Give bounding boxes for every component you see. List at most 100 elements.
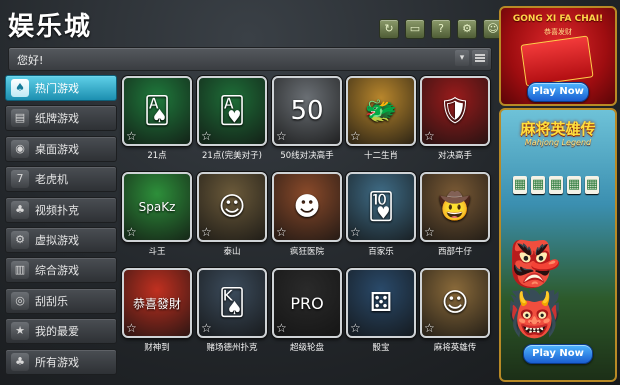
favorite-star-icon[interactable]: ☆ xyxy=(424,321,435,335)
game-thumbnail[interactable]: 50 ☆ xyxy=(272,76,342,146)
sidebar-item-label: 综合游戏 xyxy=(35,264,79,278)
game-label: 财神到 xyxy=(144,343,170,353)
game-label: 赌场德州扑克 xyxy=(206,343,258,353)
favorite-star-icon[interactable]: ☆ xyxy=(201,129,212,143)
game-label: 50线对决高手 xyxy=(280,151,334,161)
sidebar-item[interactable]: 7 老虎机 xyxy=(5,166,117,193)
sidebar-item-label: 刮刮乐 xyxy=(35,294,68,308)
sidebar-item[interactable]: ⚙ 虚拟游戏 xyxy=(5,226,117,253)
sidebar-item-label: 视频扑克 xyxy=(35,203,79,217)
favorite-star-icon[interactable]: ☆ xyxy=(126,129,137,143)
game-tile[interactable]: 🂡 ☆ 21点 xyxy=(122,76,192,161)
sidebar-item[interactable]: ◎ 刮刮乐 xyxy=(5,287,117,314)
game-tile[interactable]: ☻ ☆ 疯狂医院 xyxy=(272,172,342,257)
favorite-star-icon[interactable]: ☆ xyxy=(350,129,361,143)
favorite-star-icon[interactable]: ☆ xyxy=(126,321,137,335)
help-button[interactable]: ? xyxy=(431,19,451,39)
game-tile[interactable]: PRO ☆ 超级轮盘 xyxy=(272,268,342,353)
play-now-button[interactable]: Play Now xyxy=(523,344,593,364)
sidebar-item[interactable]: ◉ 桌面游戏 xyxy=(5,135,117,162)
favorite-star-icon[interactable]: ☆ xyxy=(201,225,212,239)
game-thumbnail[interactable]: 恭喜發財 ☆ xyxy=(122,268,192,338)
sidebar-item[interactable]: ▥ 综合游戏 xyxy=(5,257,117,284)
play-now-button[interactable]: Play Now xyxy=(527,82,589,102)
category-icon: ⚙ xyxy=(11,230,29,249)
game-thumbnail[interactable]: ☻ ☆ xyxy=(272,172,342,242)
toolbar: ↻ ▭? ⚙ ☺ xyxy=(379,19,503,39)
sidebar-item-label: 纸牌游戏 xyxy=(35,112,79,126)
game-thumbnail[interactable]: 🂮 ☆ xyxy=(197,268,267,338)
game-label: 百家乐 xyxy=(368,247,394,257)
category-icon: 7 xyxy=(11,170,29,189)
game-thumbnail[interactable]: 🂱 ☆ xyxy=(197,76,267,146)
game-thumbnail[interactable]: ☺ ☆ xyxy=(197,172,267,242)
favorite-star-icon[interactable]: ☆ xyxy=(276,129,287,143)
favorite-star-icon[interactable]: ☆ xyxy=(201,321,212,335)
game-tile[interactable]: 50 ☆ 50线对决高手 xyxy=(272,76,342,161)
sidebar-item[interactable]: ♠ 热门游戏 xyxy=(5,75,117,101)
game-thumbnail[interactable]: 🂺 ☆ xyxy=(346,172,416,242)
refresh-button[interactable]: ↻ xyxy=(379,19,399,39)
screen-button[interactable]: ▭ xyxy=(405,19,425,39)
sidebar-item-label: 桌面游戏 xyxy=(35,142,79,156)
favorite-star-icon[interactable]: ☆ xyxy=(276,225,287,239)
game-tile[interactable]: 🂮 ☆ 赌场德州扑克 xyxy=(197,268,267,353)
gong-xi-fa-chai-ad[interactable]: GONG XI FA CHAI! 恭喜发财 Play Now xyxy=(499,6,617,106)
ad-title: GONG XI FA CHAI! xyxy=(512,14,604,24)
game-tile[interactable]: ⚄ ☆ 骰宝 xyxy=(346,268,416,353)
game-tile[interactable]: SpaKz ☆ 斗王 xyxy=(122,172,192,257)
game-thumbnail[interactable]: 🤠 ☆ xyxy=(420,172,490,242)
game-thumbnail[interactable]: ⚄ ☆ xyxy=(346,268,416,338)
game-label: 西部牛仔 xyxy=(437,247,472,257)
game-thumbnail[interactable]: 🂡 ☆ xyxy=(122,76,192,146)
greeting-bar: 您好! ▾ xyxy=(8,47,492,71)
game-tile[interactable]: 🤠 ☆ 西部牛仔 xyxy=(420,172,490,257)
category-icon: ★ xyxy=(11,322,29,341)
game-label: 十二生肖 xyxy=(363,151,398,161)
favorite-star-icon[interactable]: ☆ xyxy=(350,225,361,239)
category-icon: ♣ xyxy=(11,200,29,219)
game-tile[interactable]: 🛡 ☆ 对决高手 xyxy=(420,76,490,161)
favorite-star-icon[interactable]: ☆ xyxy=(350,321,361,335)
greeting-text: 您好! xyxy=(17,54,44,67)
game-tile[interactable]: 🂺 ☆ 百家乐 xyxy=(346,172,416,257)
game-thumbnail[interactable]: 🐲 ☆ xyxy=(346,76,416,146)
game-label: 21点 xyxy=(147,151,167,161)
favorite-star-icon[interactable]: ☆ xyxy=(276,321,287,335)
sidebar-item[interactable]: ▤ 纸牌游戏 xyxy=(5,105,117,132)
sidebar-item[interactable]: ♣ 视频扑克 xyxy=(5,196,117,223)
category-icon: ◎ xyxy=(11,291,29,310)
category-icon: ◉ xyxy=(11,139,29,158)
dropdown-button[interactable]: ▾ xyxy=(455,50,469,66)
game-thumbnail[interactable]: 🛡 ☆ xyxy=(420,76,490,146)
game-label: 超级轮盘 xyxy=(289,343,324,353)
ad-title: 麻将英雄传 xyxy=(520,120,596,138)
ad-subtitle: Mahjong Legend xyxy=(524,138,592,147)
game-tile[interactable]: ☺ ☆ 泰山 xyxy=(197,172,267,257)
characters-illustration: 👺 👹 xyxy=(507,239,562,340)
mahjong-tiles-icon: ▦ ▦ ▦ ▦ ▦ xyxy=(513,176,599,194)
sidebar-item[interactable]: ♣ 所有游戏 xyxy=(5,348,117,375)
sidebar-item[interactable]: ★ 我的最爱 xyxy=(5,318,117,345)
app-title: 娱乐城 xyxy=(8,12,93,42)
mahjong-legend-ad[interactable]: 麻将英雄传 Mahjong Legend ▦ ▦ ▦ ▦ ▦ 👺 👹 Play Now xyxy=(499,108,617,382)
game-thumbnail[interactable]: ☺ ☆ xyxy=(420,268,490,338)
game-tile[interactable]: 恭喜發財 ☆ 财神到 xyxy=(122,268,192,353)
favorite-star-icon[interactable]: ☆ xyxy=(424,129,435,143)
favorite-star-icon[interactable]: ☆ xyxy=(424,225,435,239)
game-label: 骰宝 xyxy=(372,343,390,353)
sidebar-item-label: 虚拟游戏 xyxy=(35,233,79,247)
game-tile[interactable]: 🐲 ☆ 十二生肖 xyxy=(346,76,416,161)
game-tile[interactable]: 🂱 ☆ 21点(完美对子) xyxy=(197,76,267,161)
favorite-star-icon[interactable]: ☆ xyxy=(126,225,137,239)
game-thumbnail[interactable]: SpaKz ☆ xyxy=(122,172,192,242)
game-tile[interactable]: ☺ ☆ 麻将英雄传 xyxy=(420,268,490,353)
game-label: 疯狂医院 xyxy=(289,247,324,257)
settings-button[interactable]: ⚙ xyxy=(457,19,477,39)
sidebar-item-label: 我的最爱 xyxy=(35,325,79,339)
menu-icon[interactable] xyxy=(472,50,488,66)
category-icon: ♣ xyxy=(11,352,29,371)
sidebar-item-label: 老虎机 xyxy=(35,173,68,187)
game-thumbnail[interactable]: PRO ☆ xyxy=(272,268,342,338)
game-label: 对决高手 xyxy=(437,151,472,161)
